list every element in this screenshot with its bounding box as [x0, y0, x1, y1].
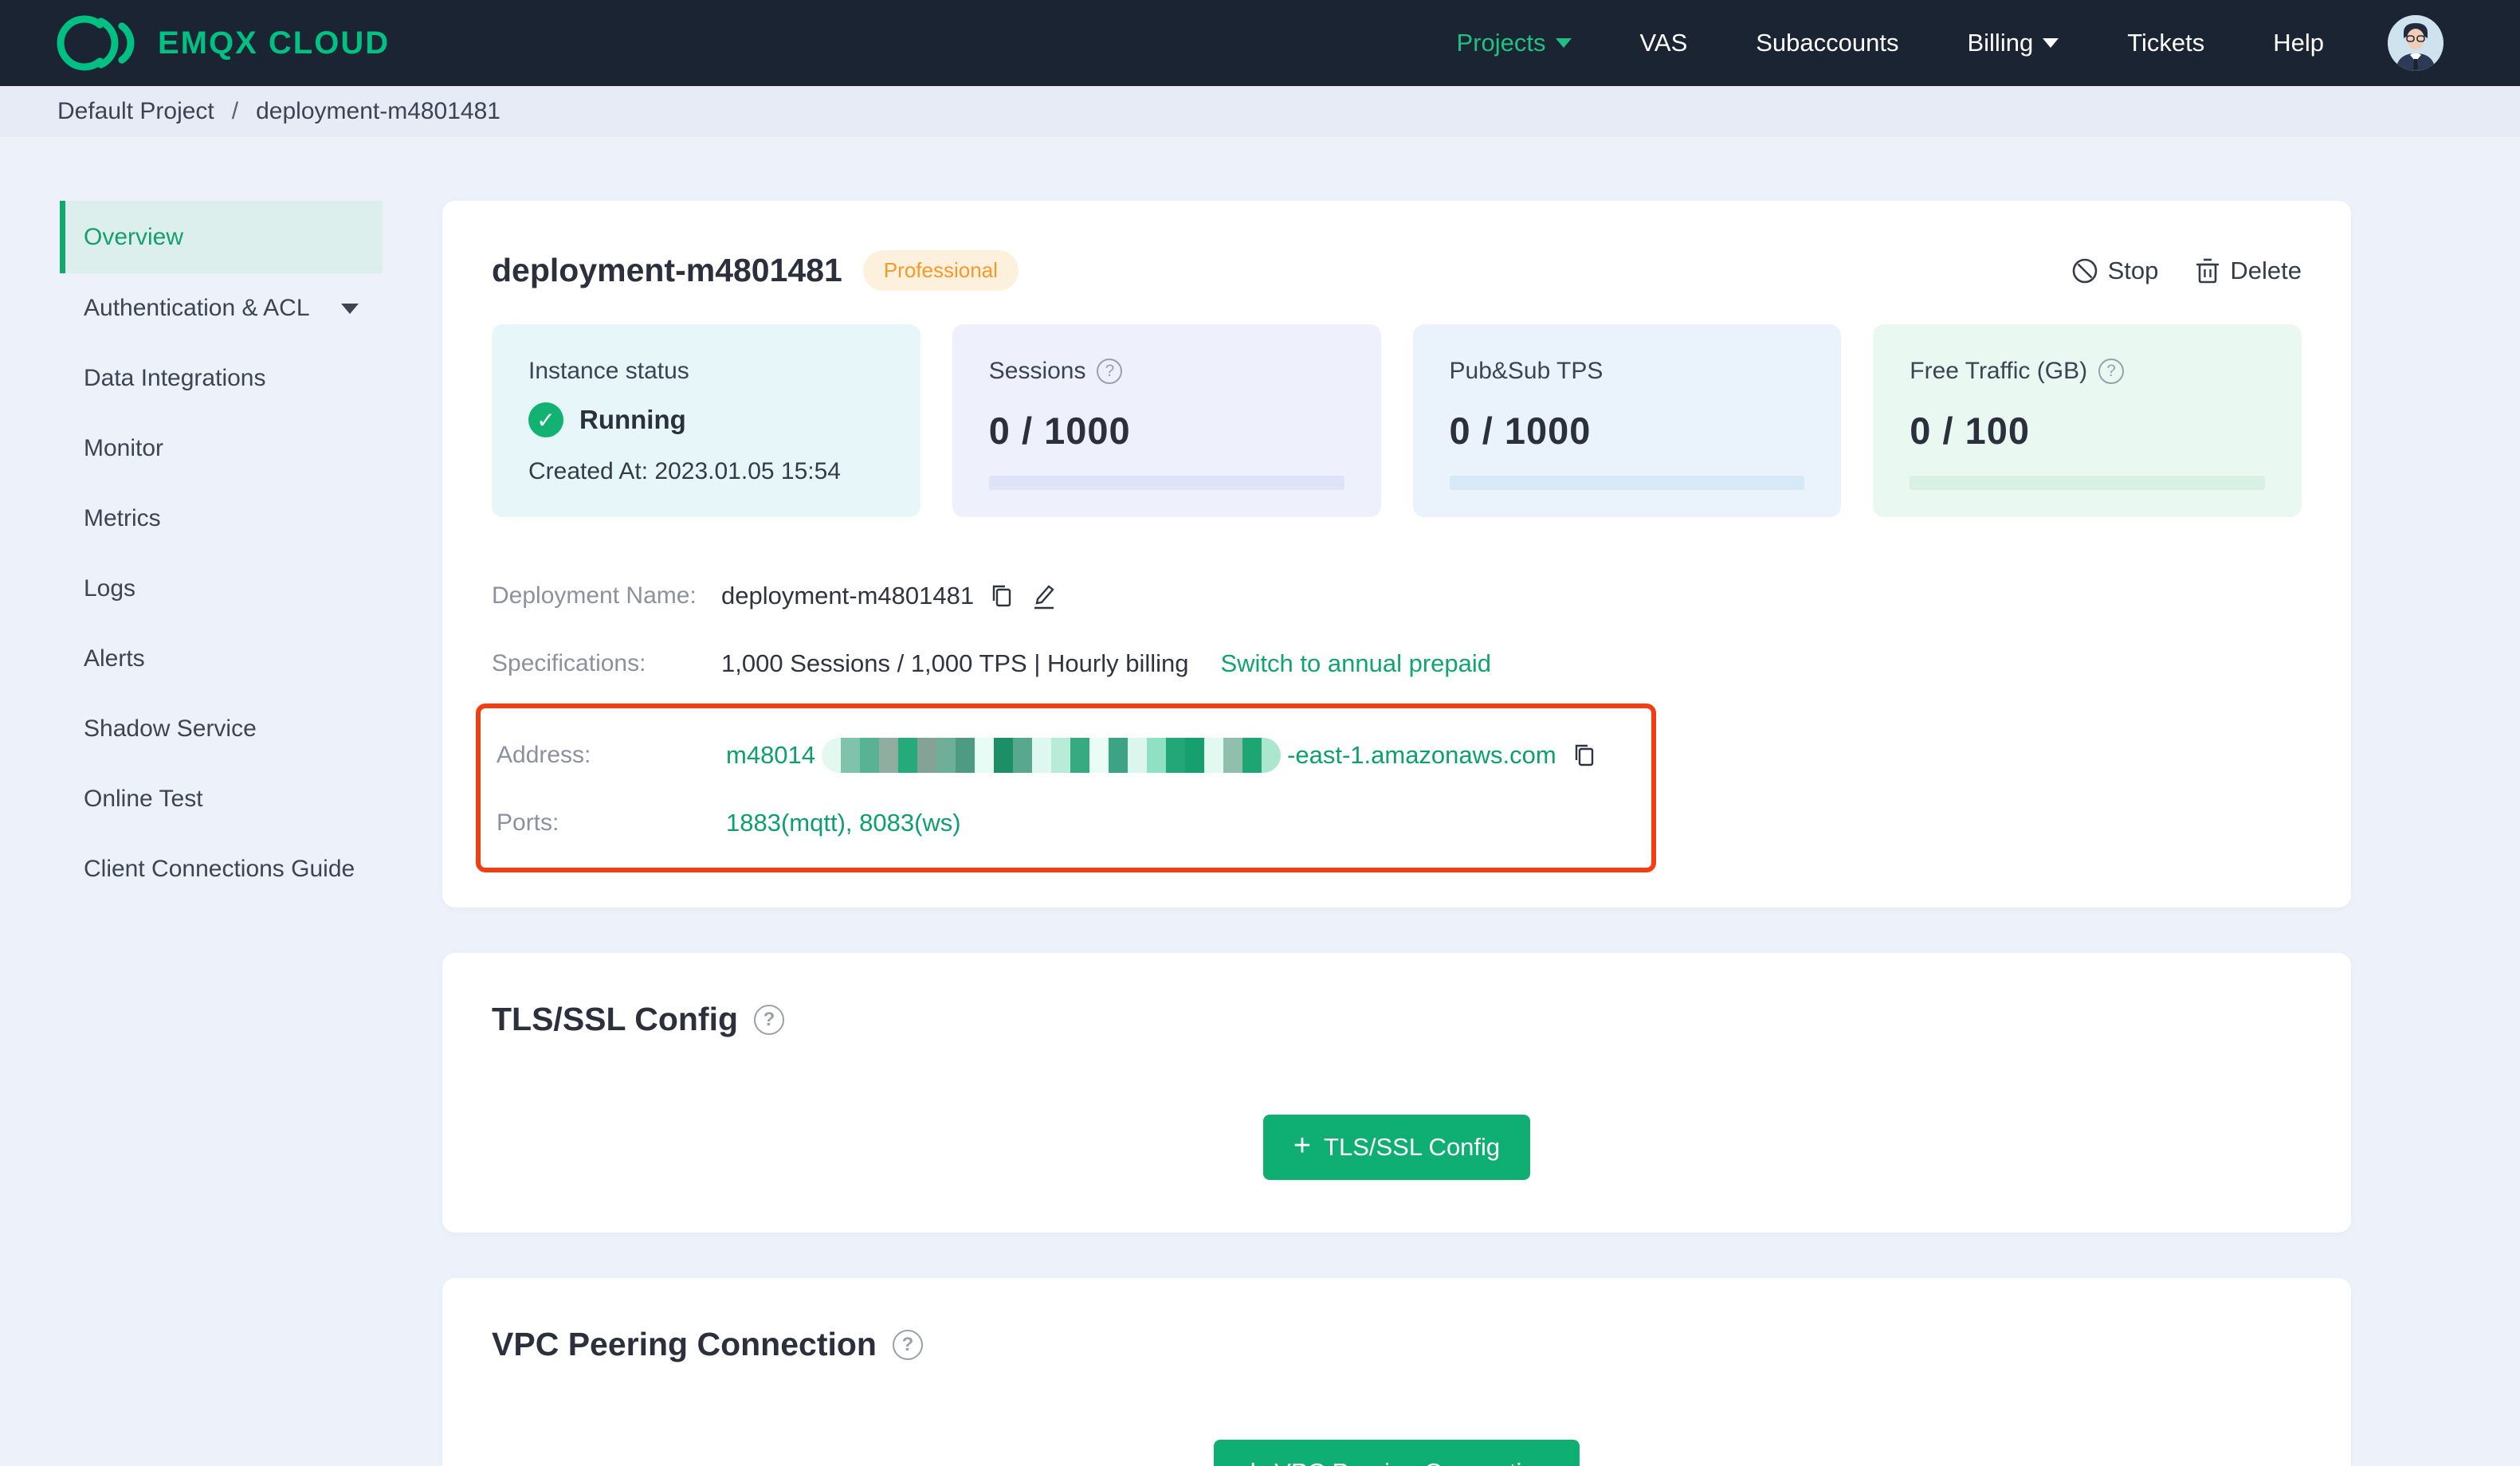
brand-logo[interactable]: EMQX CLOUD	[56, 11, 390, 75]
deployment-overview-card: deployment-m4801481 Professional Stop De…	[442, 201, 2351, 907]
status-running: Running	[579, 405, 686, 434]
deployment-name-label: Deployment Name:	[492, 582, 697, 609]
copy-icon[interactable]	[1571, 742, 1598, 769]
sessions-card: Sessions ? 0 / 1000	[952, 324, 1381, 517]
edit-icon[interactable]	[1030, 582, 1057, 610]
created-at: Created At: 2023.01.05 15:54	[528, 458, 841, 484]
deployment-name-value: deployment-m4801481	[721, 581, 975, 610]
sidebar-item-logs[interactable]: Logs	[60, 554, 383, 624]
sidebar-item-authentication-acl[interactable]: Authentication & ACL	[60, 273, 383, 343]
traffic-progress-bar	[1910, 476, 2265, 490]
sidebar-item-shadow-service[interactable]: Shadow Service	[60, 694, 383, 764]
user-avatar[interactable]	[2388, 15, 2443, 71]
stop-icon	[2071, 257, 2098, 284]
pubsub-tps-card: Pub&Sub TPS 0 / 1000	[1412, 324, 1842, 517]
ports-label: Ports:	[497, 809, 559, 836]
sidebar-item-monitor[interactable]: Monitor	[60, 414, 383, 484]
traffic-label: Free Traffic (GB)	[1910, 358, 2088, 384]
breadcrumb: Default Project / deployment-m4801481	[0, 86, 2520, 137]
ports-value: 1883(mqtt), 8083(ws)	[726, 808, 961, 837]
nav-item-billing[interactable]: Billing	[1967, 29, 2059, 57]
breadcrumb-separator: /	[231, 98, 239, 124]
help-icon[interactable]: ?	[2098, 359, 2125, 384]
instance-status-card: Instance status ✓ Running Created At: 20…	[492, 324, 920, 517]
vpc-peering-card: VPC Peering Connection ? + VPC Peering C…	[442, 1278, 2351, 1466]
plus-icon: +	[1244, 1456, 1262, 1466]
free-traffic-card: Free Traffic (GB) ? 0 / 100	[1873, 324, 2302, 517]
specifications-label: Specifications:	[492, 649, 646, 676]
chevron-down-icon	[2043, 38, 2059, 48]
switch-annual-prepaid-link[interactable]: Switch to annual prepaid	[1220, 649, 1491, 678]
breadcrumb-project[interactable]: Default Project	[57, 98, 214, 125]
sessions-value: 0 / 1000	[988, 410, 1131, 452]
address-redaction	[822, 737, 1282, 773]
help-icon[interactable]: ?	[754, 1004, 785, 1035]
traffic-value: 0 / 100	[1910, 410, 2030, 452]
tls-ssl-card: TLS/SSL Config ? + TLS/SSL Config	[442, 953, 2351, 1233]
breadcrumb-deployment[interactable]: deployment-m4801481	[256, 98, 500, 125]
sidebar: Overview Authentication & ACL Data Integ…	[0, 137, 383, 904]
top-nav: EMQX CLOUD Projects VAS Subaccounts Bill…	[0, 0, 2520, 86]
nav-item-help[interactable]: Help	[2273, 29, 2324, 57]
tps-label: Pub&Sub TPS	[1449, 358, 1603, 384]
chevron-down-icon	[1555, 38, 1572, 48]
stats-row: Instance status ✓ Running Created At: 20…	[492, 324, 2302, 517]
add-vpc-peering-button[interactable]: + VPC Peering Connection	[1214, 1440, 1580, 1466]
tps-progress-bar	[1449, 476, 1805, 490]
sidebar-item-client-connections-guide[interactable]: Client Connections Guide	[60, 834, 383, 904]
address-prefix: m48014	[726, 740, 816, 769]
emqx-logo-icon	[56, 11, 139, 75]
help-icon[interactable]: ?	[892, 1329, 923, 1360]
nav-item-projects[interactable]: Projects	[1457, 29, 1572, 57]
help-icon[interactable]: ?	[1097, 359, 1123, 384]
specifications-value: 1,000 Sessions / 1,000 TPS | Hourly bill…	[721, 649, 1189, 677]
vpc-peering-title: VPC Peering Connection	[492, 1326, 877, 1362]
address-label: Address:	[497, 741, 591, 768]
delete-button[interactable]: Delete	[2195, 257, 2302, 285]
tls-ssl-title: TLS/SSL Config	[492, 1001, 739, 1037]
check-circle-icon: ✓	[528, 402, 563, 437]
sidebar-item-overview[interactable]: Overview	[60, 201, 383, 273]
nav-item-vas[interactable]: VAS	[1640, 29, 1688, 57]
stop-button[interactable]: Stop	[2071, 257, 2158, 285]
deployment-info: Deployment Name: deployment-m4801481 Spe…	[476, 562, 2302, 872]
sessions-label: Sessions	[988, 358, 1086, 384]
sidebar-item-alerts[interactable]: Alerts	[60, 624, 383, 694]
sidebar-item-data-integrations[interactable]: Data Integrations	[60, 343, 383, 414]
sessions-progress-bar	[988, 476, 1344, 490]
brand-name: EMQX CLOUD	[158, 25, 391, 61]
trash-icon	[2195, 257, 2220, 284]
nav-item-tickets[interactable]: Tickets	[2127, 29, 2204, 57]
sidebar-item-metrics[interactable]: Metrics	[60, 484, 383, 554]
add-tls-ssl-config-button[interactable]: + TLS/SSL Config	[1262, 1115, 1531, 1180]
address-suffix: -east-1.amazonaws.com	[1287, 740, 1556, 769]
nav-menu: Projects VAS Subaccounts Billing Tickets…	[1457, 29, 2324, 57]
copy-icon[interactable]	[988, 582, 1015, 610]
tps-value: 0 / 1000	[1449, 410, 1592, 452]
sidebar-item-online-test[interactable]: Online Test	[60, 764, 383, 834]
nav-item-subaccounts[interactable]: Subaccounts	[1756, 29, 1898, 57]
annotation-highlight-box: Address: m48014 -east-1.amazonaws.com Po…	[476, 704, 1656, 872]
chevron-down-icon	[341, 303, 359, 314]
deployment-title: deployment-m4801481	[492, 252, 842, 288]
instance-status-label: Instance status	[528, 358, 689, 384]
plan-badge: Professional	[862, 250, 1019, 291]
plus-icon: +	[1293, 1129, 1312, 1162]
